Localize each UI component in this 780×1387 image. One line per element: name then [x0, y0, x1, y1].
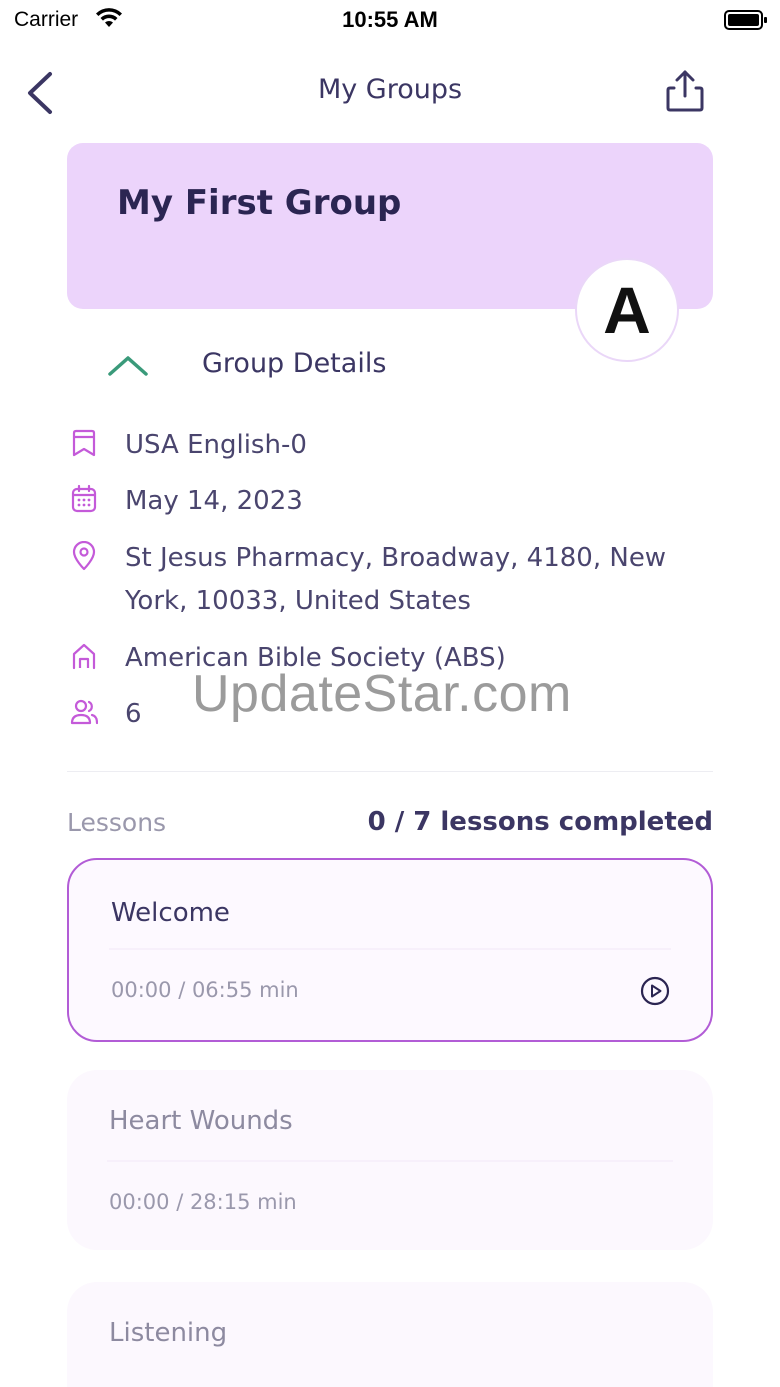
watermark: UpdateStar.com	[192, 665, 572, 723]
play-icon	[640, 976, 670, 1006]
detail-language: USA English-0	[66, 424, 716, 468]
lesson-card-welcome[interactable]: Welcome 00:00 / 06:55 min	[67, 858, 713, 1042]
bookmark-icon	[72, 429, 96, 457]
location-text: St Jesus Pharmacy, Broadway, 4180, New Y…	[125, 543, 667, 616]
lesson-card-heart-wounds[interactable]: Heart Wounds 00:00 / 28:15 min	[67, 1070, 713, 1250]
lesson-title: Welcome	[111, 898, 230, 928]
lesson-divider	[109, 948, 671, 950]
detail-date: May 14, 2023	[66, 480, 716, 524]
users-icon	[70, 699, 98, 725]
lesson-title: Listening	[109, 1318, 228, 1348]
clock: 10:55 AM	[342, 7, 438, 32]
lesson-title: Heart Wounds	[109, 1106, 293, 1136]
nav-bar: My Groups	[0, 60, 780, 124]
chevron-up-icon	[108, 356, 148, 376]
play-button[interactable]	[640, 976, 670, 1006]
share-button[interactable]	[662, 68, 708, 114]
lesson-time: 00:00 / 28:15 min	[109, 1190, 297, 1214]
divider	[67, 771, 713, 772]
lessons-progress: 0 / 7 lessons completed	[367, 807, 713, 837]
battery-icon	[724, 10, 767, 30]
lessons-label: Lessons	[67, 808, 167, 837]
date-text: May 14, 2023	[125, 486, 303, 516]
calendar-icon	[71, 484, 97, 513]
home-icon	[72, 643, 96, 670]
status-bar: Carrier 10:55 AM	[0, 0, 780, 44]
group-details-toggle[interactable]: Group Details	[100, 340, 420, 390]
members-count: 6	[125, 699, 142, 729]
group-avatar: A	[575, 258, 679, 362]
detail-location: St Jesus Pharmacy, Broadway, 4180, New Y…	[66, 537, 716, 625]
location-pin-icon	[72, 541, 96, 571]
lesson-time: 00:00 / 06:55 min	[111, 978, 299, 1002]
lesson-divider	[107, 1160, 673, 1162]
lesson-card-listening[interactable]: Listening	[67, 1282, 713, 1387]
group-name: My First Group	[117, 183, 402, 223]
group-details-label: Group Details	[202, 348, 387, 379]
share-icon	[666, 70, 704, 112]
language-text: USA English-0	[125, 430, 307, 460]
